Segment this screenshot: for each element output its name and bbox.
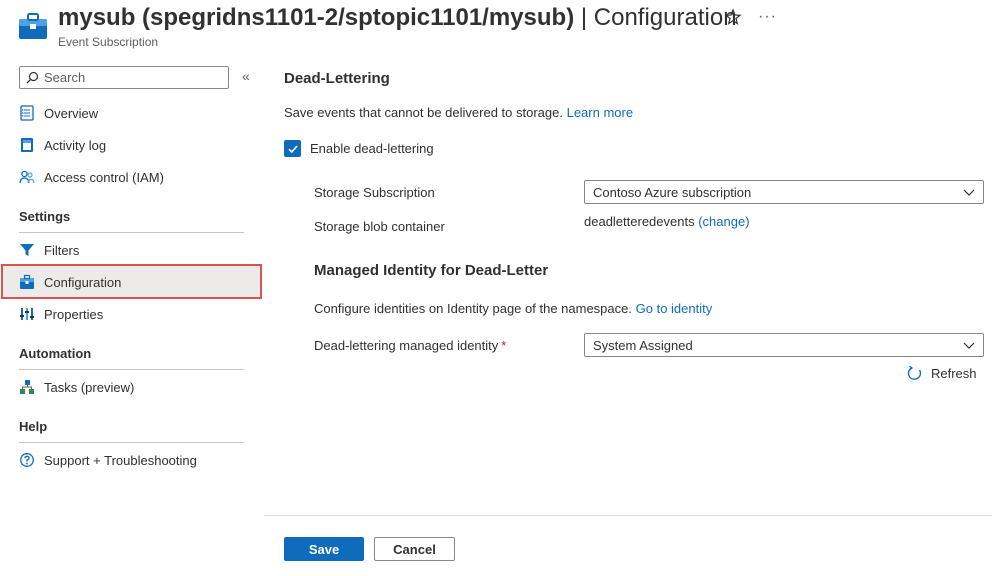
- refresh-button[interactable]: Refresh: [906, 365, 977, 382]
- dead-lettering-description: Save events that cannot be delivered to …: [284, 105, 633, 120]
- sidebar-item-label: Activity log: [44, 137, 107, 153]
- iam-icon: [19, 169, 35, 185]
- storage-subscription-dropdown[interactable]: Contoso Azure subscription: [584, 180, 984, 204]
- search-box[interactable]: [19, 66, 229, 89]
- blob-container-value-row: deadletteredevents (change): [584, 214, 750, 229]
- resource-name: mysub (spegridns1101-2/sptopic1101/mysub…: [58, 4, 575, 31]
- description-text: Save events that cannot be delivered to …: [284, 105, 563, 120]
- managed-identity-heading: Managed Identity for Dead-Letter: [314, 262, 549, 279]
- star-icon[interactable]: [724, 8, 742, 26]
- sidebar-item-configuration[interactable]: Configuration: [19, 270, 121, 294]
- support-icon: [19, 452, 35, 468]
- sidebar-item-support[interactable]: Support + Troubleshooting: [19, 448, 197, 472]
- managed-identity-value: System Assigned: [593, 337, 693, 353]
- dead-lettering-heading: Dead-Lettering: [284, 70, 390, 87]
- overview-icon: [19, 105, 35, 121]
- sidebar-item-label: Properties: [44, 306, 104, 322]
- page-title: mysub (spegridns1101-2/sptopic1101/mysub…: [58, 4, 737, 32]
- checkmark-icon: [284, 140, 301, 157]
- chevron-down-icon: [963, 189, 975, 196]
- required-marker: *: [501, 338, 507, 353]
- learn-more-link[interactable]: Learn more: [567, 105, 633, 120]
- sidebar-item-tasks[interactable]: Tasks (preview): [19, 375, 134, 399]
- sidebar-item-label: Support + Troubleshooting: [44, 452, 197, 468]
- resource-type-subtitle: Event Subscription: [58, 35, 159, 49]
- sidebar-item-overview[interactable]: Overview: [19, 101, 98, 125]
- refresh-icon: [907, 365, 922, 380]
- section-header-automation: Automation: [19, 346, 92, 361]
- storage-subscription-value: Contoso Azure subscription: [593, 184, 752, 200]
- sidebar-item-filters[interactable]: Filters: [19, 238, 79, 262]
- event-subscription-icon: [19, 13, 47, 39]
- more-options-icon[interactable]: ···: [758, 8, 777, 26]
- properties-icon: [19, 306, 35, 322]
- sidebar-item-label: Overview: [44, 105, 99, 121]
- section-divider: [19, 369, 244, 370]
- configuration-icon: [19, 274, 35, 290]
- filter-icon: [19, 242, 35, 258]
- managed-identity-label: Dead-lettering managed identity *: [314, 338, 506, 353]
- tasks-icon: [19, 379, 35, 395]
- section-divider: [19, 232, 244, 233]
- sidebar-item-label: Access control (IAM): [44, 169, 164, 185]
- search-input[interactable]: [44, 70, 224, 85]
- managed-identity-dropdown[interactable]: System Assigned: [584, 333, 984, 357]
- identity-description: Configure identities on Identity page of…: [314, 301, 712, 316]
- storage-subscription-label: Storage Subscription: [314, 185, 435, 200]
- sidebar-item-properties[interactable]: Properties: [19, 302, 103, 326]
- identity-description-text: Configure identities on Identity page of…: [314, 301, 632, 316]
- enable-dead-lettering-label: Enable dead-lettering: [310, 141, 434, 156]
- sidebar-item-label: Tasks (preview): [44, 379, 135, 395]
- save-button[interactable]: Save: [284, 537, 364, 561]
- activity-log-icon: [19, 137, 35, 153]
- change-container-link[interactable]: (change): [698, 214, 749, 229]
- sidebar-item-label: Configuration: [44, 274, 122, 290]
- collapse-sidebar-button[interactable]: «: [242, 68, 250, 84]
- blob-container-label: Storage blob container: [314, 219, 445, 234]
- enable-dead-lettering-checkbox[interactable]: Enable dead-lettering: [284, 140, 434, 157]
- sidebar-item-iam[interactable]: Access control (IAM): [19, 165, 164, 189]
- section-header-help: Help: [19, 419, 48, 434]
- cancel-button[interactable]: Cancel: [374, 537, 455, 561]
- chevron-down-icon: [963, 342, 975, 349]
- page-name: Configuration: [593, 4, 737, 31]
- go-to-identity-link[interactable]: Go to identity: [636, 301, 713, 316]
- footer-divider: [264, 515, 992, 516]
- section-divider: [19, 442, 244, 443]
- sidebar-item-label: Filters: [44, 242, 80, 258]
- blob-container-value: deadletteredevents: [584, 214, 695, 229]
- search-icon: [26, 71, 39, 84]
- section-header-settings: Settings: [19, 209, 71, 224]
- refresh-label: Refresh: [931, 366, 977, 381]
- sidebar-item-activity-log[interactable]: Activity log: [19, 133, 106, 157]
- title-separator: |: [580, 4, 588, 31]
- managed-identity-label-text: Dead-lettering managed identity: [314, 338, 499, 353]
